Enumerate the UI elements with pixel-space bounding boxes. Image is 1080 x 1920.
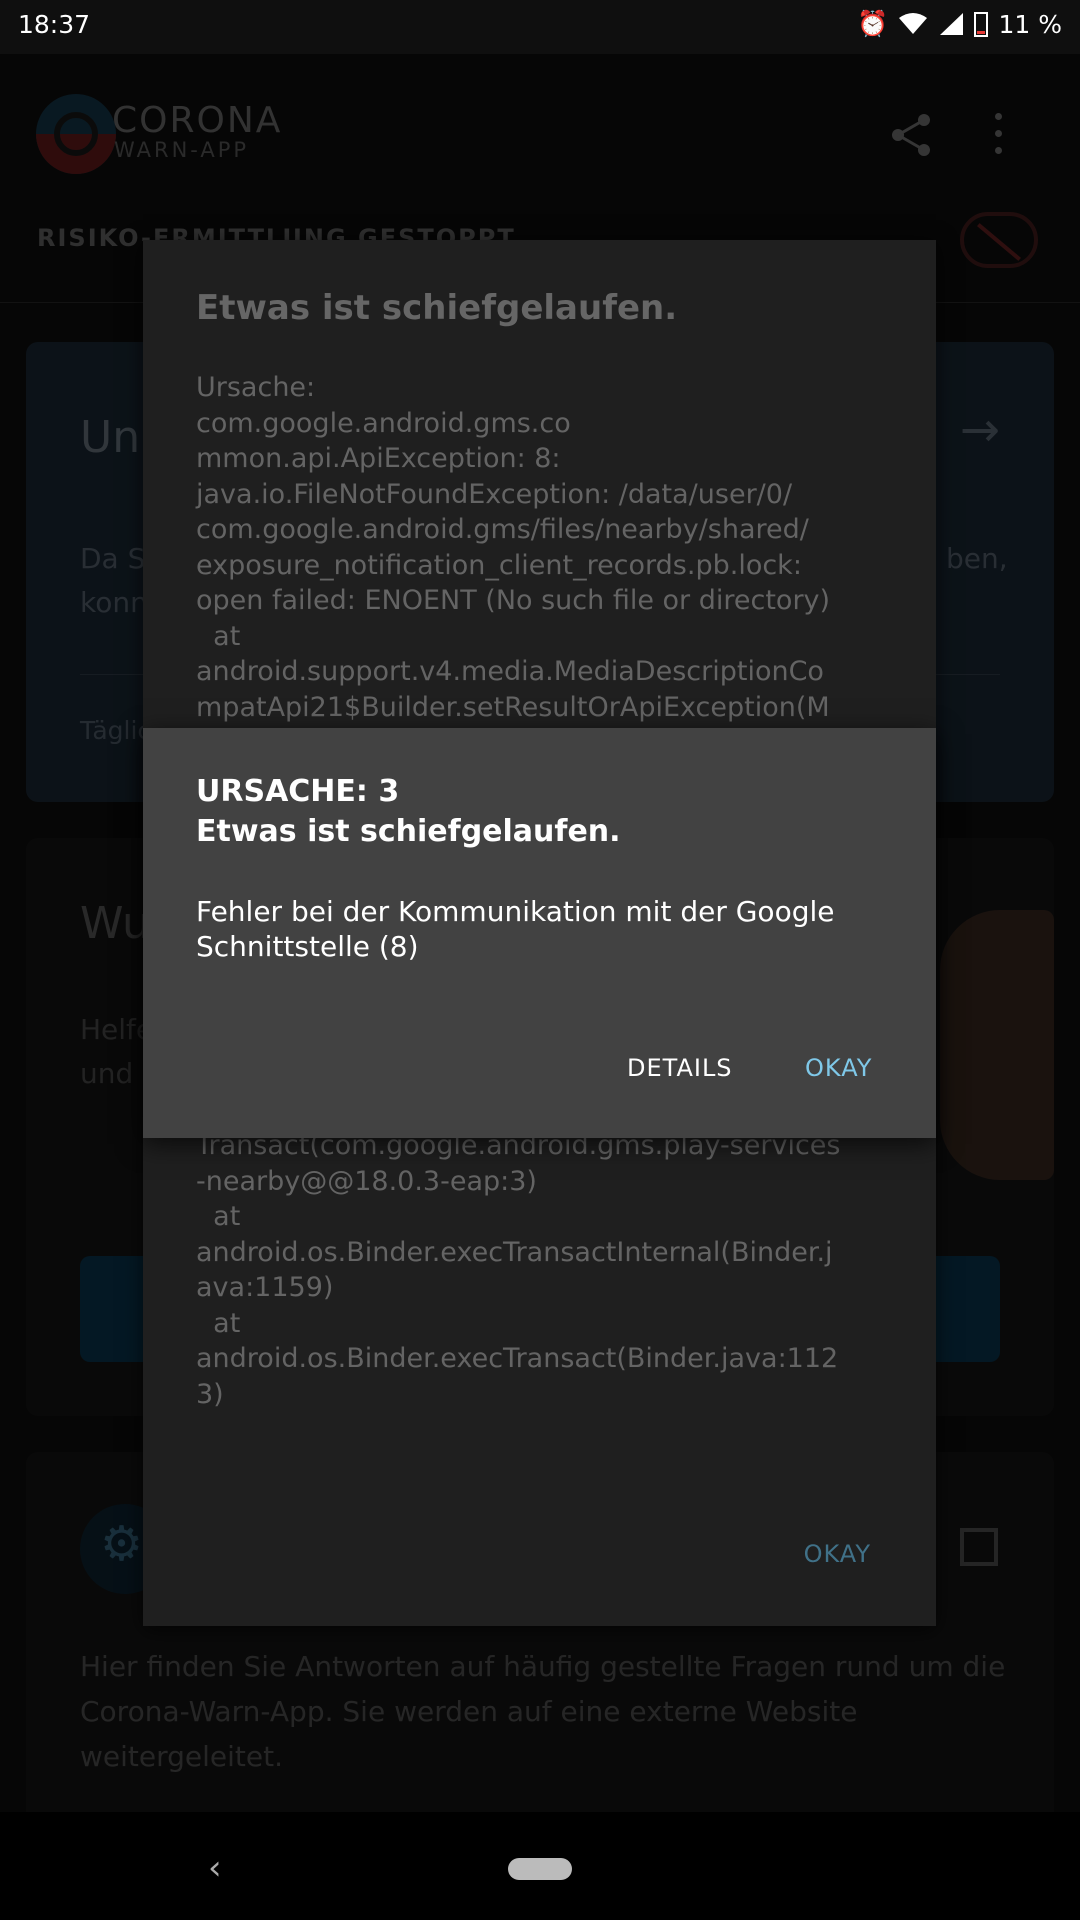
home-pill-icon[interactable] <box>508 1858 572 1880</box>
alarm-icon: ⏰ <box>857 9 889 38</box>
wifi-icon <box>899 13 928 34</box>
battery-icon <box>974 12 989 37</box>
cause-dialog-subtitle: Etwas ist schiefgelaufen. <box>196 814 621 849</box>
okay-button[interactable]: OKAY <box>805 1054 872 1082</box>
status-time: 18:37 <box>18 10 91 39</box>
status-icons: ⏰ 11 % <box>857 9 1062 39</box>
back-icon[interactable]: ‹ <box>208 1848 222 1888</box>
navigation-bar: ‹ <box>0 1812 1080 1920</box>
cause-dialog-title: URSACHE: 3 <box>196 774 400 809</box>
status-bar: 18:37 ⏰ 11 % <box>0 0 1080 54</box>
cause-dialog: URSACHE: 3 Etwas ist schiefgelaufen. Feh… <box>143 728 936 1138</box>
cause-dialog-message: Fehler bei der Kommunikation mit der Goo… <box>196 895 835 963</box>
battery-percent: 11 % <box>998 9 1062 39</box>
signal-icon <box>940 13 964 35</box>
details-button[interactable]: DETAILS <box>627 1054 733 1082</box>
